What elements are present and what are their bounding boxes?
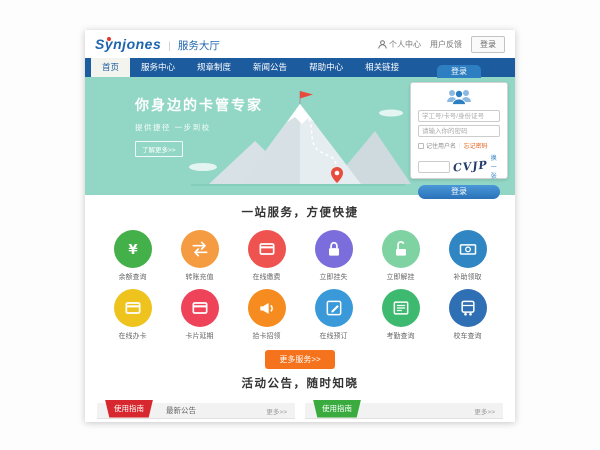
service-cancel-loss[interactable]: 立即解挂 bbox=[381, 230, 421, 282]
megaphone-icon bbox=[248, 289, 286, 327]
personal-center-label: 个人中心 bbox=[389, 39, 421, 50]
feedback-link[interactable]: 用户反馈 bbox=[430, 39, 462, 50]
service-label: 卡片延期 bbox=[180, 331, 220, 341]
service-subsidy[interactable]: 补助领取 bbox=[448, 230, 488, 282]
service-transfer[interactable]: 转账充值 bbox=[180, 230, 220, 282]
service-label: 校车查询 bbox=[448, 331, 488, 341]
captcha-row: CVJP 换一张 bbox=[418, 153, 500, 180]
guide-panel-right: 使用指南 更多>> bbox=[305, 403, 503, 419]
hero-subtitle: 提供捷径 一步到校 bbox=[135, 122, 263, 133]
unlock-icon bbox=[382, 230, 420, 268]
service-label: 拾卡招领 bbox=[247, 331, 287, 341]
service-pay-online[interactable]: 在线缴费 bbox=[247, 230, 287, 282]
desktop-background: Synjones | 服务大厅 个人中心 用户反馈 登录 bbox=[0, 0, 600, 450]
service-apply-card[interactable]: 在线办卡 bbox=[113, 289, 153, 341]
nav-item-help[interactable]: 帮助中心 bbox=[298, 58, 354, 77]
announcement-panels: 使用指南 最新公告 更多>> 使用指南 更多>> bbox=[85, 403, 515, 419]
list-icon bbox=[382, 289, 420, 327]
more-link-right[interactable]: 更多>> bbox=[474, 406, 495, 416]
nav-item-service-center[interactable]: 服务中心 bbox=[130, 58, 186, 77]
more-services-button[interactable]: 更多服务>> bbox=[265, 350, 334, 369]
service-report-loss[interactable]: 立即挂失 bbox=[314, 230, 354, 282]
announcements-section: 活动公告，随时知晓 使用指南 最新公告 更多>> 使用指南 更多>> bbox=[85, 365, 515, 419]
services-section: 一站服务，方便快捷 ¥ 余额查询 转账充值 bbox=[85, 195, 515, 365]
nav-item-rules[interactable]: 规章制度 bbox=[186, 58, 242, 77]
service-attendance[interactable]: 考勤查询 bbox=[381, 289, 421, 341]
edit-icon bbox=[315, 289, 353, 327]
logo-divider: | bbox=[168, 41, 171, 52]
nav-item-home[interactable]: 首页 bbox=[91, 58, 130, 77]
guide-ribbon-red[interactable]: 使用指南 bbox=[105, 400, 153, 418]
logo-text: Synjones bbox=[95, 36, 161, 52]
service-label: 立即挂失 bbox=[314, 272, 354, 282]
login-submit-button[interactable]: 登录 bbox=[418, 185, 500, 199]
nav-item-news[interactable]: 新闻公告 bbox=[242, 58, 298, 77]
forgot-password-link[interactable]: 忘记密码 bbox=[464, 141, 488, 150]
service-label: 在线缴费 bbox=[247, 272, 287, 282]
pipe-divider: | bbox=[459, 143, 461, 149]
service-row-1: ¥ 余额查询 转账充值 在线缴费 bbox=[85, 230, 515, 282]
latest-news-tab[interactable]: 最新公告 bbox=[166, 405, 196, 416]
banknote-icon bbox=[449, 230, 487, 268]
captcha-refresh-link[interactable]: 换一张 bbox=[491, 153, 500, 180]
username-input[interactable] bbox=[418, 110, 500, 122]
remember-checkbox[interactable] bbox=[418, 143, 424, 149]
yuan-icon: ¥ bbox=[114, 230, 152, 268]
lock-icon bbox=[315, 230, 353, 268]
service-row-2: 在线办卡 卡片延期 拾卡招领 bbox=[85, 289, 515, 341]
service-balance[interactable]: ¥ 余额查询 bbox=[113, 230, 153, 282]
service-label: 转账充值 bbox=[180, 272, 220, 282]
login-tab[interactable]: 登录 bbox=[437, 65, 481, 78]
login-panel: 记住用户名 | 忘记密码 CVJP 换一张 登录 bbox=[410, 82, 508, 179]
logo-accent-dot bbox=[107, 37, 111, 41]
header-login-button[interactable]: 登录 bbox=[471, 36, 505, 53]
svg-text:¥: ¥ bbox=[128, 243, 138, 258]
password-input[interactable] bbox=[418, 125, 500, 137]
hero-text: 你身边的卡管专家 提供捷径 一步到校 了解更多>> bbox=[135, 95, 263, 157]
service-label: 考勤查询 bbox=[381, 331, 421, 341]
service-found-cards[interactable]: 拾卡招领 bbox=[247, 289, 287, 341]
remember-label: 记住用户名 bbox=[426, 141, 456, 150]
personal-center-link[interactable]: 个人中心 bbox=[378, 39, 421, 50]
hero-banner: 你身边的卡管专家 提供捷径 一步到校 了解更多>> bbox=[85, 77, 515, 195]
guide-panel-left: 使用指南 最新公告 更多>> bbox=[97, 403, 295, 419]
card-icon bbox=[248, 230, 286, 268]
hero-title: 你身边的卡管专家 bbox=[135, 95, 263, 115]
transfer-icon bbox=[181, 230, 219, 268]
card-icon bbox=[114, 289, 152, 327]
users-icon bbox=[418, 87, 500, 107]
site-name: 服务大厅 bbox=[178, 38, 220, 53]
person-icon bbox=[378, 40, 387, 49]
captcha-input[interactable] bbox=[418, 161, 450, 173]
bus-icon bbox=[449, 289, 487, 327]
feedback-label: 用户反馈 bbox=[430, 39, 462, 50]
service-hall-page: Synjones | 服务大厅 个人中心 用户反馈 登录 bbox=[85, 30, 515, 422]
captcha-image: CVJP bbox=[452, 159, 488, 175]
more-link-left[interactable]: 更多>> bbox=[266, 406, 287, 416]
service-label: 余额查询 bbox=[113, 272, 153, 282]
logo[interactable]: Synjones | 服务大厅 bbox=[95, 36, 220, 53]
top-utility-links: 个人中心 用户反馈 登录 bbox=[378, 36, 505, 53]
service-card-extension[interactable]: 卡片延期 bbox=[180, 289, 220, 341]
card-icon bbox=[181, 289, 219, 327]
top-bar: Synjones | 服务大厅 个人中心 用户反馈 登录 bbox=[85, 30, 515, 58]
hero-cta-button[interactable]: 了解更多>> bbox=[135, 141, 183, 157]
service-label: 立即解挂 bbox=[381, 272, 421, 282]
service-school-bus[interactable]: 校车查询 bbox=[448, 289, 488, 341]
service-online-booking[interactable]: 在线预订 bbox=[314, 289, 354, 341]
service-label: 在线预订 bbox=[314, 331, 354, 341]
service-label: 补助领取 bbox=[448, 272, 488, 282]
nav-item-links[interactable]: 相关链接 bbox=[354, 58, 410, 77]
service-label: 在线办卡 bbox=[113, 331, 153, 341]
guide-ribbon-green[interactable]: 使用指南 bbox=[313, 400, 361, 418]
remember-row: 记住用户名 | 忘记密码 bbox=[418, 141, 500, 150]
